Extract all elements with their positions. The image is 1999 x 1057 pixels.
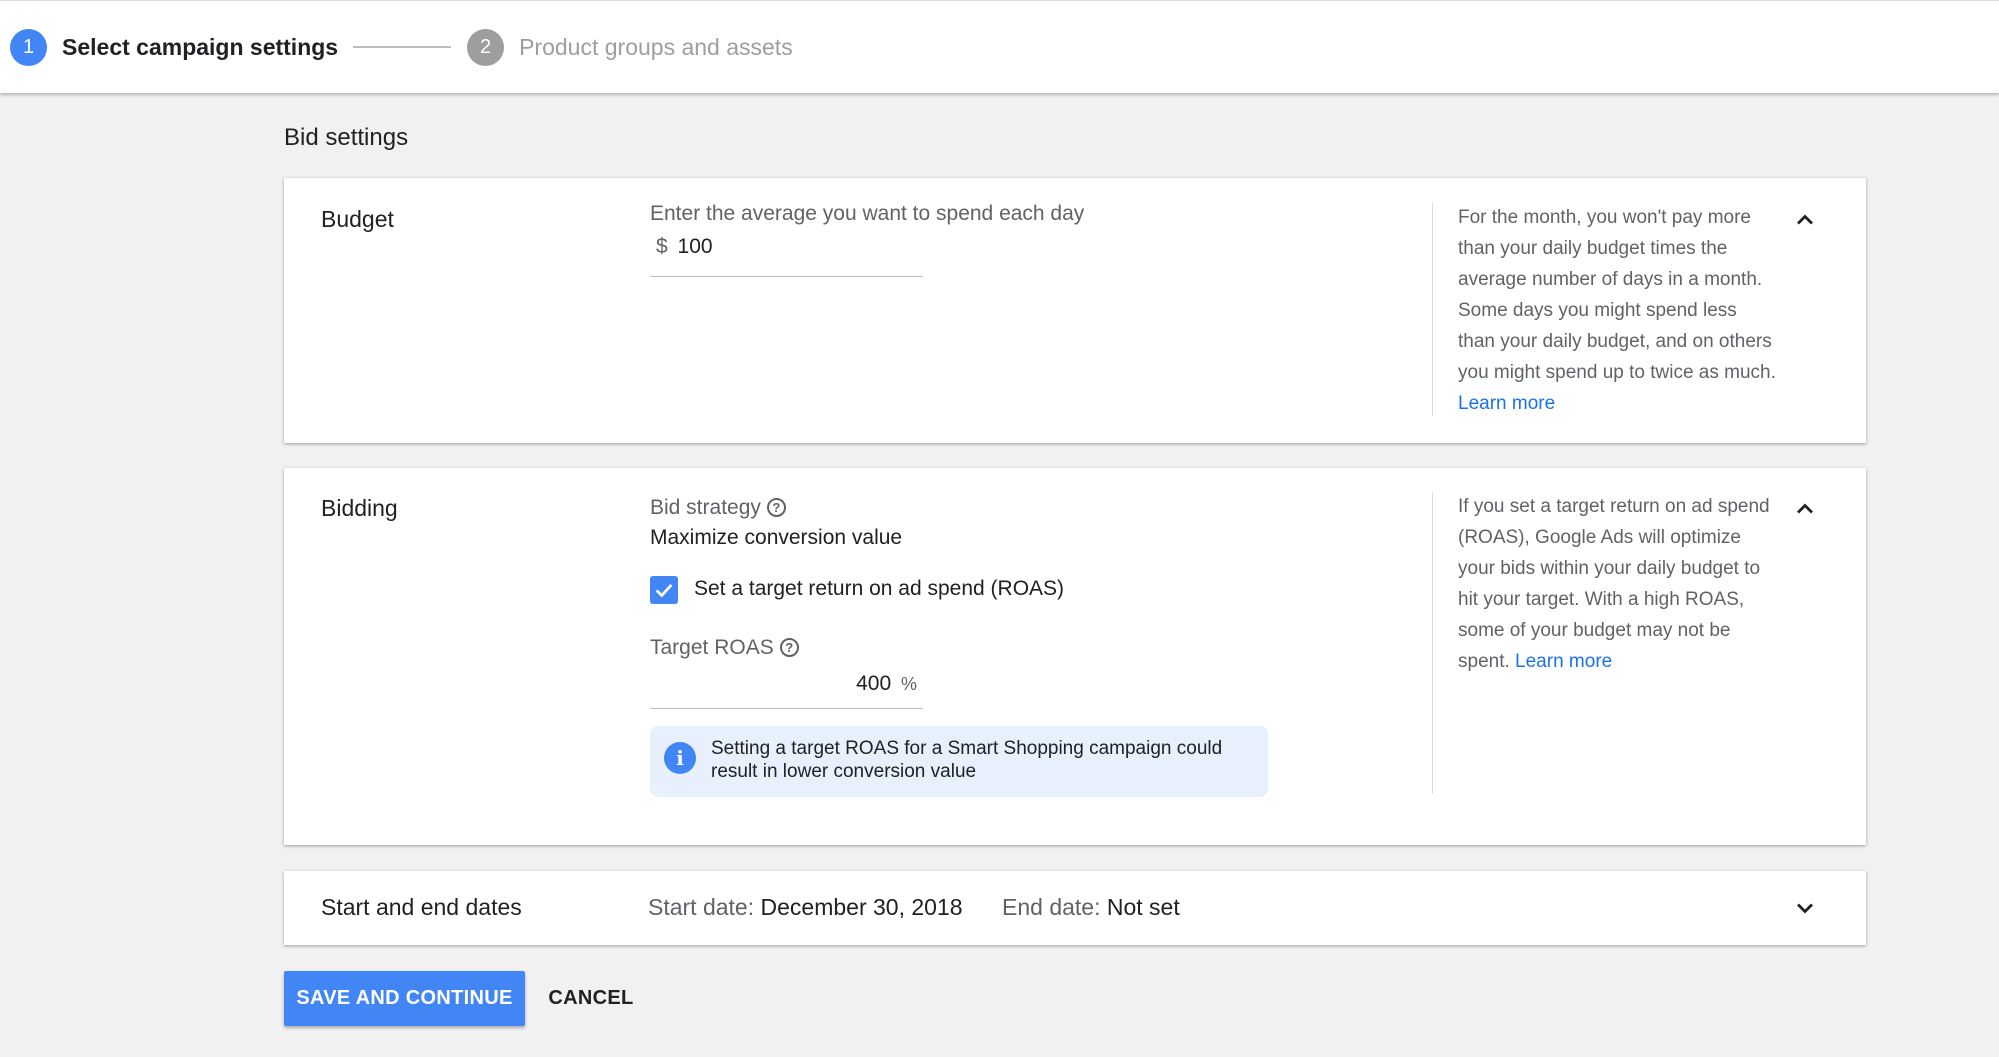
stepper: 1 Select campaign settings 2 Product gro… xyxy=(0,0,1999,93)
step-number-2: 2 xyxy=(467,28,505,66)
info-icon: i xyxy=(664,742,696,774)
start-date-label: Start date: xyxy=(648,894,755,920)
budget-help-text: For the month, you won't pay more than y… xyxy=(1458,207,1776,383)
info-banner: i Setting a target ROAS for a Smart Shop… xyxy=(650,726,1268,797)
chevron-up-icon[interactable] xyxy=(1791,495,1819,523)
end-date: End date: Not set xyxy=(1002,894,1180,921)
step-label-2: Product groups and assets xyxy=(519,33,793,60)
roas-checkbox[interactable] xyxy=(650,576,678,604)
help-divider xyxy=(1432,492,1433,794)
budget-learn-more-link[interactable]: Learn more xyxy=(1458,393,1555,414)
target-roas-label-text: Target ROAS xyxy=(650,636,774,659)
bidding-help-text: If you set a target return on ad spend (… xyxy=(1458,496,1770,672)
check-icon xyxy=(655,584,673,598)
budget-prompt: Enter the average you want to spend each… xyxy=(650,202,1085,225)
bidding-label: Bidding xyxy=(321,495,398,521)
dates-label: Start and end dates xyxy=(321,894,522,920)
start-date-value: December 30, 2018 xyxy=(760,894,963,920)
target-roas-input[interactable]: 400 % xyxy=(650,672,923,704)
chevron-down-icon[interactable] xyxy=(1791,894,1819,922)
bid-strategy-label-text: Bid strategy xyxy=(650,496,761,519)
step-connector xyxy=(353,46,452,48)
start-date: Start date: December 30, 2018 xyxy=(648,894,963,921)
bid-strategy-value[interactable]: Maximize conversion value xyxy=(650,526,902,550)
end-date-value: Not set xyxy=(1106,894,1180,920)
bidding-card: Bidding Bid strategy? Maximize conversio… xyxy=(284,468,1866,845)
info-text: Setting a target ROAS for a Smart Shoppi… xyxy=(711,738,1223,782)
budget-card: Budget Enter the average you want to spe… xyxy=(284,178,1866,443)
bidding-help: If you set a target return on ad spend (… xyxy=(1458,491,1778,677)
chevron-up-icon[interactable] xyxy=(1791,206,1819,234)
help-divider xyxy=(1432,203,1433,416)
end-date-label: End date: xyxy=(1002,894,1101,920)
section-title: Bid settings xyxy=(284,124,409,151)
dates-card[interactable]: Start and end dates Start date: December… xyxy=(284,871,1866,945)
target-roas-underline xyxy=(650,708,923,709)
budget-input[interactable]: $ 100 xyxy=(650,235,923,273)
save-and-continue-button[interactable]: SAVE AND CONTINUE xyxy=(284,971,525,1026)
target-roas-value: 400 xyxy=(856,672,892,695)
question-icon[interactable]: ? xyxy=(766,498,786,517)
budget-help: For the month, you won't pay more than y… xyxy=(1458,202,1778,419)
bid-strategy-label: Bid strategy? xyxy=(650,496,786,520)
step-select-campaign-settings[interactable]: 1 Select campaign settings xyxy=(10,28,339,66)
target-roas-label: Target ROAS? xyxy=(650,636,799,660)
question-icon[interactable]: ? xyxy=(779,638,799,657)
budget-input-underline xyxy=(650,276,923,277)
step-product-groups[interactable]: 2 Product groups and assets xyxy=(467,28,793,66)
bidding-learn-more-link[interactable]: Learn more xyxy=(1515,651,1612,672)
step-number-1: 1 xyxy=(10,28,47,66)
cancel-button[interactable]: CANCEL xyxy=(535,971,647,1026)
budget-label: Budget xyxy=(321,206,394,232)
percent-unit: % xyxy=(900,674,917,694)
budget-value: 100 xyxy=(677,235,713,258)
step-label-1: Select campaign settings xyxy=(62,33,339,60)
roas-checkbox-label[interactable]: Set a target return on ad spend (ROAS) xyxy=(694,577,1064,601)
currency-symbol: $ xyxy=(656,235,668,258)
